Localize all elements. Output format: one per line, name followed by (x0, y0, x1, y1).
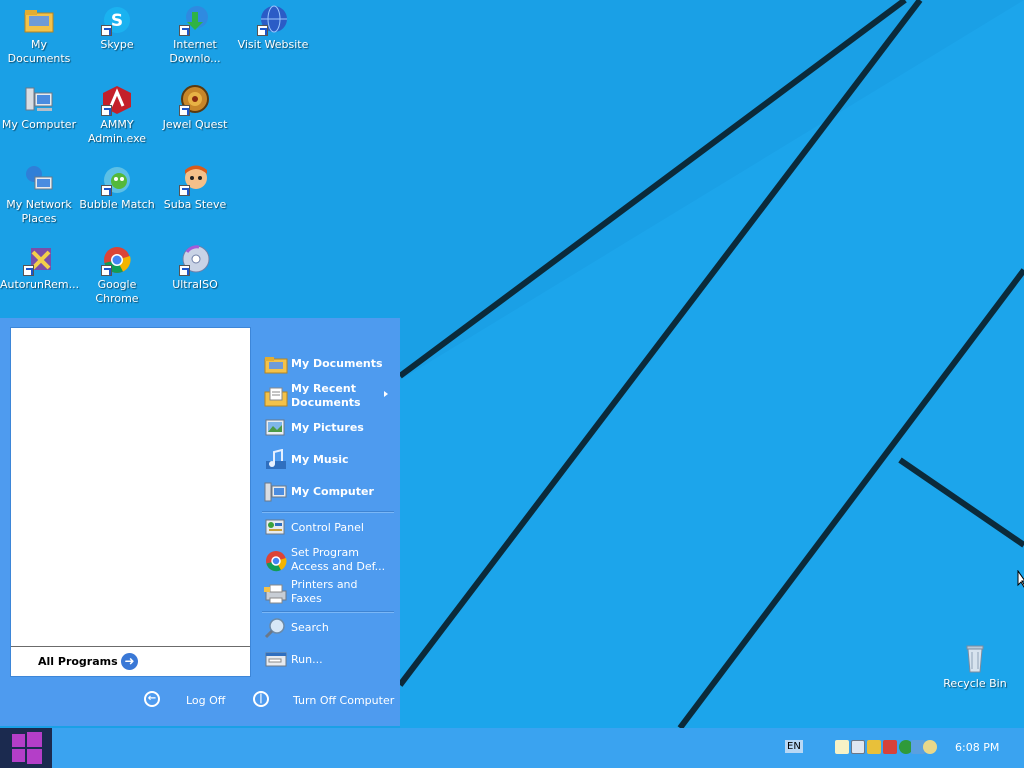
firewall-icon[interactable] (883, 740, 897, 754)
balloon-icon[interactable] (835, 740, 849, 754)
run-icon (265, 652, 287, 667)
desktop-icon-my-documents[interactable]: My Documents (0, 4, 78, 66)
svg-text:S: S (111, 11, 123, 31)
desktop-icon-my-computer[interactable]: My Computer (0, 84, 78, 132)
all-programs-button[interactable]: All Programs ➜ (11, 646, 250, 676)
desktop-icon-autorun-remover[interactable]: AutorunRem... (0, 244, 79, 292)
suba-steve-icon (179, 164, 211, 196)
ultraiso-icon (179, 244, 211, 276)
menu-item-printers-and-faxes[interactable]: Printers and Faxes (262, 578, 394, 608)
menu-item-my-computer[interactable]: My Computer (262, 481, 394, 503)
menu-item-my-music[interactable]: My Music (262, 449, 394, 471)
arrow-right-icon: ➜ (121, 653, 138, 670)
network-icon[interactable] (851, 740, 865, 754)
desktop-icon-bubble-match[interactable]: Bubble Match (78, 164, 156, 212)
desktop-icon-ammy-admin[interactable]: AMMY Admin.exe (78, 84, 156, 146)
printer-icon (264, 584, 287, 604)
language-indicator[interactable]: EN (785, 740, 803, 753)
menu-item-my-documents[interactable]: My Documents (262, 353, 394, 375)
menu-item-run[interactable]: Run... (262, 649, 394, 671)
computer-icon (23, 84, 55, 116)
jewel-quest-icon (179, 84, 211, 116)
chrome-icon (101, 244, 133, 276)
power-icon: | (253, 691, 269, 707)
menu-separator (262, 611, 394, 613)
desktop-icon-google-chrome[interactable]: Google Chrome (78, 244, 156, 306)
menu-separator (262, 511, 394, 513)
security-shield-icon[interactable] (867, 740, 881, 754)
back-arrow-icon: ← (144, 691, 160, 707)
menu-item-search[interactable]: Search (262, 617, 394, 639)
recent-documents-icon (264, 387, 288, 407)
taskbar-clock[interactable]: 6:08 PM (955, 741, 999, 754)
bubble-match-icon (101, 164, 133, 196)
desktop-icon-visit-website[interactable]: Visit Website (234, 4, 312, 52)
desktop-icon-skype[interactable]: S Skype (78, 4, 156, 52)
ammy-admin-icon (101, 84, 133, 116)
autorun-remover-icon (23, 244, 55, 276)
internet-download-manager-icon (179, 4, 211, 36)
skype-icon: S (101, 4, 133, 36)
menu-item-my-recent-documents[interactable]: My Recent Documents (262, 382, 394, 412)
folder-documents-icon (264, 357, 288, 374)
desktop-icon-suba-steve[interactable]: Suba Steve (156, 164, 234, 212)
windows-logo-icon (12, 732, 42, 764)
folder-documents-icon (23, 4, 55, 36)
submenu-arrow-icon (384, 391, 388, 397)
program-access-icon (266, 551, 287, 572)
network-places-icon (23, 164, 55, 196)
globe-icon (257, 4, 289, 36)
pictures-icon (265, 419, 285, 436)
desktop-icon-internet-download-manager[interactable]: Internet Downlo... (156, 4, 234, 66)
clock-tray-icon[interactable] (923, 740, 937, 754)
recycle-bin-icon (959, 643, 991, 675)
pinned-programs-pane: All Programs ➜ (10, 327, 251, 677)
menu-item-my-pictures[interactable]: My Pictures (262, 417, 394, 439)
computer-icon (264, 482, 287, 502)
taskbar: EN 6:08 PM (0, 728, 1024, 768)
control-panel-icon (265, 519, 285, 535)
mouse-cursor-icon (1017, 570, 1024, 588)
start-button[interactable] (0, 728, 52, 768)
search-icon (264, 618, 285, 639)
desktop-icon-ultraiso[interactable]: UltraISO (156, 244, 234, 292)
desktop-icon-jewel-quest[interactable]: Jewel Quest (156, 84, 234, 132)
desktop-icon-recycle-bin[interactable]: Recycle Bin (936, 643, 1014, 691)
menu-item-control-panel[interactable]: Control Panel (262, 517, 394, 539)
desktop-icon-my-network-places[interactable]: My Network Places (0, 164, 78, 226)
menu-item-set-program-access[interactable]: Set Program Access and Def... (262, 546, 394, 576)
music-icon (266, 449, 286, 469)
